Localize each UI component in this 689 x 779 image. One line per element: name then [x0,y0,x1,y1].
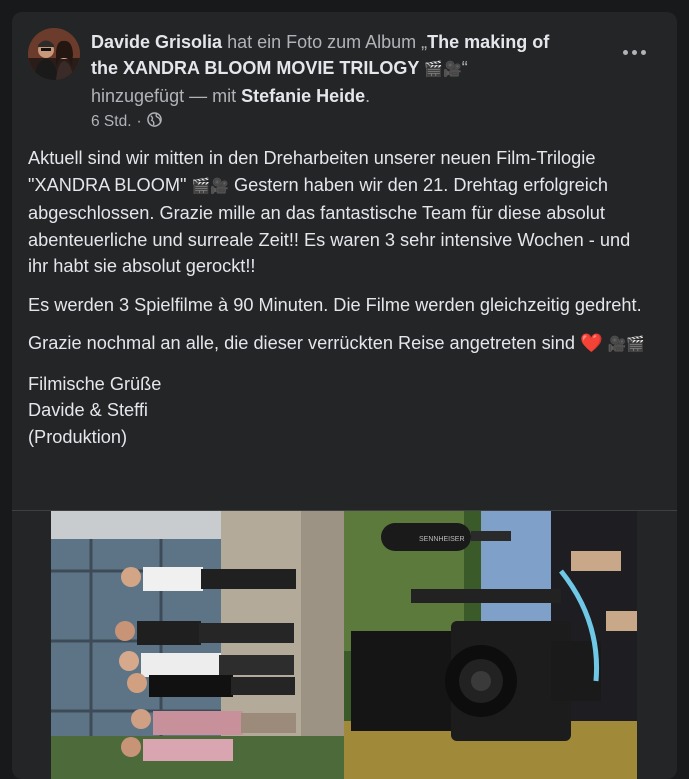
timestamp[interactable]: 6 Std. [91,113,132,131]
post-meta: 6 Std. · [91,112,162,132]
paragraph-3: Grazie nochmal an alle, die dieser verrü… [28,330,654,359]
post-header: Davide Grisolia hat ein Foto zum Album „… [91,29,561,109]
paragraph-1: Aktuell sind wir mitten in den Dreharbei… [28,145,654,280]
heart-emoji: ❤️ [580,333,603,353]
more-options-icon[interactable] [616,40,652,64]
p3-text: Grazie nochmal an alle, die dieser verrü… [28,333,575,353]
avatar[interactable] [28,28,80,80]
post-body: Aktuell sind wir mitten in den Dreharbei… [28,145,654,450]
camera-clapper-emoji: 🎥🎬 [607,336,646,353]
meta-separator: · [136,113,142,130]
photo-collage: SENNHEISER [51,511,637,779]
mic-brand-label: SENNHEISER [419,536,465,543]
clapper-camera-emoji: 🎬🎥 [191,177,229,195]
paragraph-2: Es werden 3 Spielfilme à 90 Minuten. Die… [28,294,642,315]
signature-line-1: Filmische Grüße [28,373,162,394]
signature-line-2: Davide & Steffi [28,400,148,420]
avatar-image [28,28,80,80]
author-name[interactable]: Davide Grisolia [91,32,222,52]
header-period: . [365,86,371,106]
post-photo[interactable]: SENNHEISER [51,511,637,779]
tagged-user[interactable]: Stefanie Heide [241,86,365,106]
album-emoji: 🎬🎥 [424,61,462,78]
globe-icon[interactable] [146,112,162,132]
with-label: — mit [189,86,237,106]
action-prefix: hat ein Foto zum Album „ [227,32,428,52]
signature-line-3: (Produktion) [28,426,128,447]
post-card: Davide Grisolia hat ein Foto zum Album „… [12,12,677,779]
